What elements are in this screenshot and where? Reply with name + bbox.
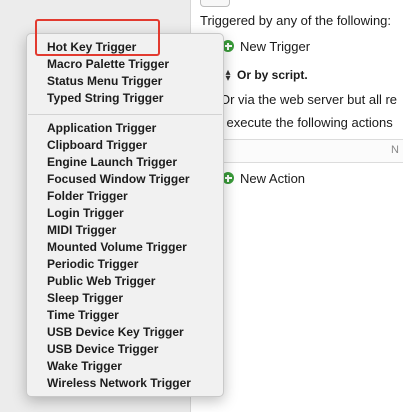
menu-item-public-web-trigger[interactable]: Public Web Trigger: [47, 274, 155, 288]
menu-item-wake-trigger[interactable]: Wake Trigger: [47, 359, 122, 373]
menu-item-status-menu-trigger[interactable]: Status Menu Trigger: [47, 74, 162, 88]
menu-item-sleep-trigger[interactable]: Sleep Trigger: [47, 291, 123, 305]
menu-item-periodic-trigger[interactable]: Periodic Trigger: [47, 257, 138, 271]
execute-actions-label: l execute the following actions: [220, 115, 393, 130]
menu-separator: [28, 114, 222, 115]
menu-item-midi-trigger[interactable]: MIDI Trigger: [47, 223, 116, 237]
menu-item-mounted-volume-trigger[interactable]: Mounted Volume Trigger: [47, 240, 187, 254]
menu-item-typed-string-trigger[interactable]: Typed String Trigger: [47, 91, 163, 105]
menu-item-clipboard-trigger[interactable]: Clipboard Trigger: [47, 138, 147, 152]
trigger-popup-menu: Hot Key Trigger Macro Palette Trigger St…: [26, 33, 224, 397]
actions-table-header: N: [218, 139, 403, 163]
menu-item-macro-palette-trigger[interactable]: Macro Palette Trigger: [47, 57, 169, 71]
menu-item-folder-trigger[interactable]: Folder Trigger: [47, 189, 128, 203]
triggered-by-label: Triggered by any of the following:: [200, 13, 392, 28]
top-control[interactable]: [200, 0, 230, 7]
table-header-cell: N: [391, 144, 399, 156]
menu-item-focused-window-trigger[interactable]: Focused Window Trigger: [47, 172, 190, 186]
red-highlight-box: [35, 19, 160, 56]
menu-item-usb-device-key-trigger[interactable]: USB Device Key Trigger: [47, 325, 184, 339]
menu-item-time-trigger[interactable]: Time Trigger: [47, 308, 119, 322]
new-trigger-button[interactable]: New Trigger: [240, 39, 310, 54]
menu-item-wireless-network-trigger[interactable]: Wireless Network Trigger: [47, 376, 191, 390]
web-server-label: Or via the web server but all re: [220, 92, 398, 107]
menu-item-application-trigger[interactable]: Application Trigger: [47, 121, 156, 135]
or-by-script-popup[interactable]: Or by script.: [237, 68, 308, 82]
menu-item-login-trigger[interactable]: Login Trigger: [47, 206, 124, 220]
script-stepper-icon[interactable]: ▴ ▾: [224, 68, 232, 84]
menu-item-usb-device-trigger[interactable]: USB Device Trigger: [47, 342, 158, 356]
new-action-button[interactable]: New Action: [240, 171, 305, 186]
menu-item-engine-launch-trigger[interactable]: Engine Launch Trigger: [47, 155, 177, 169]
